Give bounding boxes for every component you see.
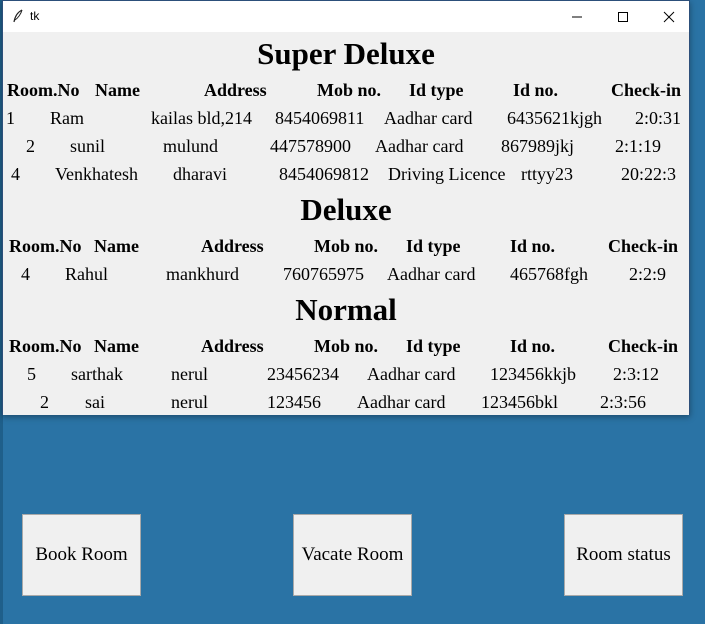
cell-id-no: 465768fgh xyxy=(510,264,588,284)
cell-id-no: 123456kkjb xyxy=(490,364,577,384)
cell-room-no: 2 xyxy=(40,392,49,412)
cell-room-no: 4 xyxy=(21,264,30,284)
cell-id-type: Aadhar card xyxy=(387,264,476,284)
cell-address: kailas bld,214 xyxy=(151,108,252,128)
cell-room-no: 4 xyxy=(11,164,20,184)
header-name: Name xyxy=(94,236,139,256)
header-check-in: Check-in xyxy=(611,80,682,100)
header-check-in: Check-in xyxy=(608,336,679,356)
cell-id-type: Aadhar card xyxy=(367,364,456,384)
section-title-deluxe: Deluxe xyxy=(300,192,392,227)
header-id-type: Id type xyxy=(406,236,461,256)
cell-id-type: Driving Licence xyxy=(388,164,506,184)
header-id-no: Id no. xyxy=(510,236,556,256)
header-id-no: Id no. xyxy=(513,80,559,100)
cell-mob-no: 23456234 xyxy=(267,364,339,384)
tk-feather-icon xyxy=(12,9,24,23)
close-button[interactable] xyxy=(646,1,692,32)
header-room-no: Room.No xyxy=(7,80,80,100)
cell-check-in: 2:2:9 xyxy=(629,264,667,284)
cell-mob-no: 447578900 xyxy=(270,136,351,156)
cell-check-in: 2:3:12 xyxy=(613,364,660,384)
cell-check-in: 2:1:19 xyxy=(615,136,662,156)
window-title: tk xyxy=(30,9,40,23)
cell-address: nerul xyxy=(171,392,208,412)
book-room-button[interactable]: Book Room xyxy=(22,514,141,596)
cell-id-type: Aadhar card xyxy=(384,108,473,128)
cell-id-no: 867989jkj xyxy=(501,136,575,156)
section-title-normal: Normal xyxy=(295,292,397,327)
maximize-button[interactable] xyxy=(600,1,646,32)
window-content: Super Deluxe Room.No Name Address Mob no… xyxy=(3,32,689,415)
header-address: Address xyxy=(204,80,267,100)
cell-check-in: 2:0:31 xyxy=(635,108,682,128)
header-room-no: Room.No xyxy=(9,336,82,356)
cell-address: nerul xyxy=(171,364,208,384)
section-title-super-deluxe: Super Deluxe xyxy=(257,36,435,71)
minimize-icon xyxy=(572,16,582,18)
cell-check-in: 20:22:3 xyxy=(621,164,677,184)
header-check-in: Check-in xyxy=(608,236,679,256)
vacate-room-button[interactable]: Vacate Room xyxy=(293,514,412,596)
header-id-no: Id no. xyxy=(510,336,556,356)
cell-id-no: 123456bkl xyxy=(481,392,559,412)
header-address: Address xyxy=(201,236,264,256)
header-mob-no: Mob no. xyxy=(317,80,382,100)
minimize-button[interactable] xyxy=(554,1,600,32)
header-id-type: Id type xyxy=(409,80,464,100)
header-room-no: Room.No xyxy=(9,236,82,256)
cell-room-no: 5 xyxy=(27,364,36,384)
header-mob-no: Mob no. xyxy=(314,336,379,356)
cell-id-type: Aadhar card xyxy=(375,136,464,156)
cell-mob-no: 123456 xyxy=(267,392,321,412)
cell-name: Venkhatesh xyxy=(55,164,138,184)
cell-name: sunil xyxy=(70,136,106,156)
cell-address: dharavi xyxy=(173,164,227,184)
cell-mob-no: 760765975 xyxy=(283,264,364,284)
cell-check-in: 2:3:56 xyxy=(600,392,647,412)
cell-address: mulund xyxy=(163,136,219,156)
cell-name: sarthak xyxy=(71,364,123,384)
header-mob-no: Mob no. xyxy=(314,236,379,256)
close-icon xyxy=(663,11,675,23)
room-status-window: tk Super Deluxe Room.No Name Address Mob… xyxy=(2,0,690,415)
cell-room-no: 2 xyxy=(26,136,35,156)
cell-name: Ram xyxy=(50,108,84,128)
cell-id-no: rttyy23 xyxy=(521,164,573,184)
room-status-button[interactable]: Room status xyxy=(564,514,683,596)
cell-mob-no: 8454069811 xyxy=(275,108,365,128)
cell-name: Rahul xyxy=(65,264,108,284)
header-id-type: Id type xyxy=(406,336,461,356)
cell-id-no: 6435621kjgh xyxy=(507,108,603,128)
cell-name: sai xyxy=(85,392,105,412)
cell-address: mankhurd xyxy=(166,264,239,284)
cell-id-type: Aadhar card xyxy=(357,392,446,412)
maximize-icon xyxy=(618,12,628,22)
title-bar[interactable]: tk xyxy=(3,1,689,32)
cell-mob-no: 8454069812 xyxy=(279,164,369,184)
header-name: Name xyxy=(94,336,139,356)
cell-room-no: 1 xyxy=(6,108,15,128)
header-name: Name xyxy=(95,80,140,100)
header-address: Address xyxy=(201,336,264,356)
